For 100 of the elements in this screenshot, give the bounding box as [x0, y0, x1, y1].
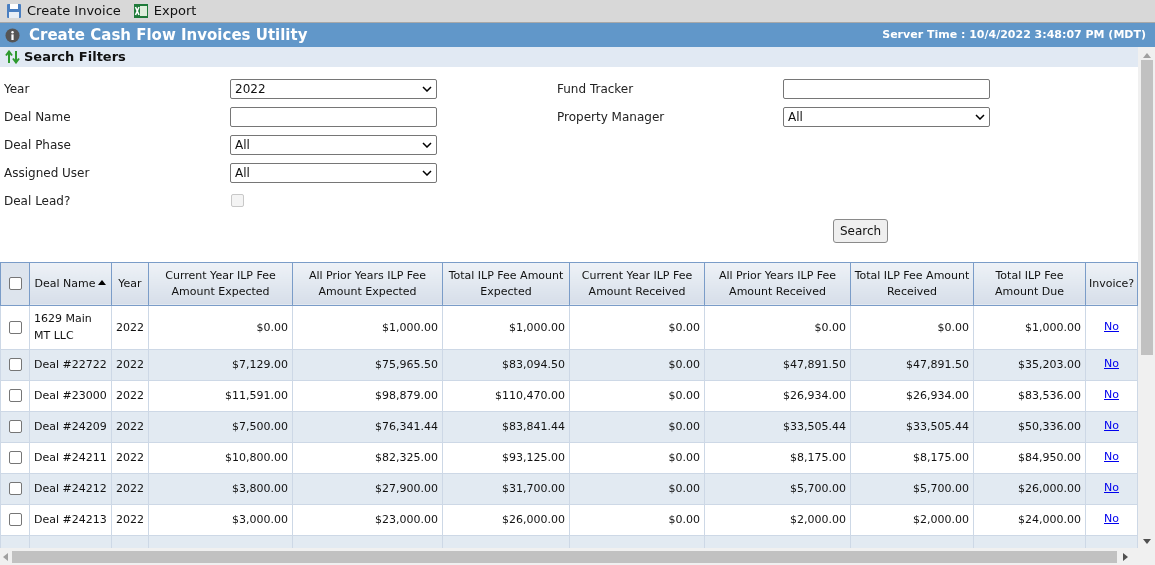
checkbox[interactable]	[8, 451, 22, 464]
column-header[interactable]: Total ILP Fee Amount Received	[850, 262, 974, 305]
scroll-left-icon[interactable]	[3, 552, 8, 561]
column-header[interactable]: Invoice?	[1085, 262, 1138, 305]
table-cell: $23,000.00	[292, 504, 443, 535]
column-header[interactable]: Current Year ILP Fee Amount Expected	[148, 262, 293, 305]
server-time: Server Time : 10/4/2022 3:48:07 PM (MDT)	[882, 26, 1146, 43]
filter-label: Deal Phase	[4, 136, 72, 154]
table-cell: $76,341.44	[292, 411, 443, 442]
column-header[interactable]: Deal Name	[29, 262, 112, 305]
scroll-up-icon[interactable]	[1142, 53, 1151, 58]
column-header[interactable]: Year	[111, 262, 149, 305]
table-cell: $0.00	[850, 305, 974, 349]
table-cell: $110,470.00	[442, 380, 570, 411]
toolbar-button[interactable]: Export	[132, 1, 197, 21]
invoice-link[interactable]: No	[1104, 419, 1119, 433]
filter-label: Fund Tracker	[557, 80, 635, 98]
checkbox[interactable]	[8, 277, 22, 290]
table-cell: $2,000.00	[704, 504, 851, 535]
table-cell: $33,505.44	[850, 411, 974, 442]
horizontal-scrollbar[interactable]	[0, 548, 1155, 565]
table-cell: $10,800.00	[148, 442, 293, 473]
checkbox[interactable]	[8, 420, 22, 433]
table-cell: $5,700.00	[704, 473, 851, 504]
table-cell: 2022	[111, 349, 149, 380]
search-button[interactable]: Search	[833, 218, 889, 243]
table-cell: Deal #24211	[29, 442, 112, 473]
checkbox[interactable]	[8, 320, 22, 334]
column-header[interactable]: All Prior Years ILP Fee Amount Received	[704, 262, 851, 305]
table-cell: $35,203.00	[973, 349, 1086, 380]
page-title: Create Cash Flow Invoices Utility	[29, 24, 308, 46]
dropdown[interactable]: All	[230, 134, 437, 155]
table-cell: $33,505.44	[704, 411, 851, 442]
table-cell: Deal #24212	[29, 473, 112, 504]
column-header[interactable]: All Prior Years ILP Fee Amount Expected	[292, 262, 443, 305]
table-cell: $2,000.00	[850, 504, 974, 535]
table-cell: $0.00	[148, 305, 293, 349]
table-cell: $26,934.00	[850, 380, 974, 411]
spreadsheet-icon	[132, 3, 149, 19]
table-cell: $26,000.00	[973, 473, 1086, 504]
table-cell: 2022	[111, 473, 149, 504]
table-cell: $0.00	[569, 380, 705, 411]
table-cell: $8,175.00	[704, 442, 851, 473]
chevron-down-icon	[422, 169, 432, 176]
table-cell: $98,879.00	[292, 380, 443, 411]
table-cell: $5,700.00	[850, 473, 974, 504]
checkbox[interactable]	[8, 389, 22, 402]
table-cell: $27,900.00	[292, 473, 443, 504]
invoice-link[interactable]: No	[1104, 450, 1119, 464]
info-icon	[5, 27, 20, 43]
vertical-scrollbar[interactable]	[1138, 47, 1155, 548]
table-cell: $47,891.50	[704, 349, 851, 380]
table-cell: $83,841.44	[442, 411, 570, 442]
dropdown[interactable]: All	[783, 106, 990, 127]
table-cell: $0.00	[569, 411, 705, 442]
table-cell: $31,700.00	[442, 473, 570, 504]
table-cell: Deal #24213	[29, 504, 112, 535]
toolbar-button[interactable]: Create Invoice	[6, 1, 121, 21]
invoice-link[interactable]: No	[1104, 481, 1119, 495]
table-cell: 2022	[111, 442, 149, 473]
table-cell: $0.00	[569, 504, 705, 535]
invoice-link[interactable]: No	[1104, 357, 1119, 371]
table-cell: Deal #22722	[29, 349, 112, 380]
table-cell: $93,125.00	[442, 442, 570, 473]
checkbox[interactable]	[8, 358, 22, 371]
table-cell: 1629 Main MT LLC	[29, 305, 112, 349]
chevron-down-icon	[422, 85, 432, 92]
column-header[interactable]: Total ILP Fee Amount Expected	[442, 262, 570, 305]
table-cell: $26,000.00	[442, 504, 570, 535]
table-cell: $7,500.00	[148, 411, 293, 442]
table-cell: Deal #23000	[29, 380, 112, 411]
sort-up-icon	[98, 279, 107, 285]
table-cell: Deal #24209	[29, 411, 112, 442]
table-cell: $1,000.00	[442, 305, 570, 349]
table-cell: $83,536.00	[973, 380, 1086, 411]
table-cell: $0.00	[569, 349, 705, 380]
invoice-link[interactable]: No	[1104, 319, 1119, 333]
table-cell: $75,965.50	[292, 349, 443, 380]
filter-label: Deal Name	[4, 108, 72, 126]
table-cell: $7,129.00	[148, 349, 293, 380]
input-field[interactable]	[783, 78, 990, 99]
checkbox[interactable]	[8, 482, 22, 495]
invoice-link[interactable]: No	[1104, 512, 1119, 526]
table-cell: $26,934.00	[704, 380, 851, 411]
column-header[interactable]: Current Year ILP Fee Amount Received	[569, 262, 705, 305]
table-cell: $11,591.00	[148, 380, 293, 411]
table-cell: $1,000.00	[973, 305, 1086, 349]
checkbox[interactable]	[8, 513, 22, 526]
dropdown[interactable]: All	[230, 162, 437, 183]
table-cell: 2022	[111, 504, 149, 535]
table-cell: $0.00	[569, 305, 705, 349]
input-field[interactable]	[230, 106, 437, 127]
dropdown[interactable]: 2022	[230, 78, 437, 99]
column-header[interactable]: Total ILP Fee Amount Due	[973, 262, 1086, 305]
scroll-down-icon[interactable]	[1142, 539, 1151, 544]
scroll-right-icon[interactable]	[1123, 552, 1128, 561]
table-cell: $0.00	[704, 305, 851, 349]
table-cell: $3,800.00	[148, 473, 293, 504]
invoice-link[interactable]: No	[1104, 388, 1119, 402]
section-title: Search Filters	[24, 48, 126, 66]
